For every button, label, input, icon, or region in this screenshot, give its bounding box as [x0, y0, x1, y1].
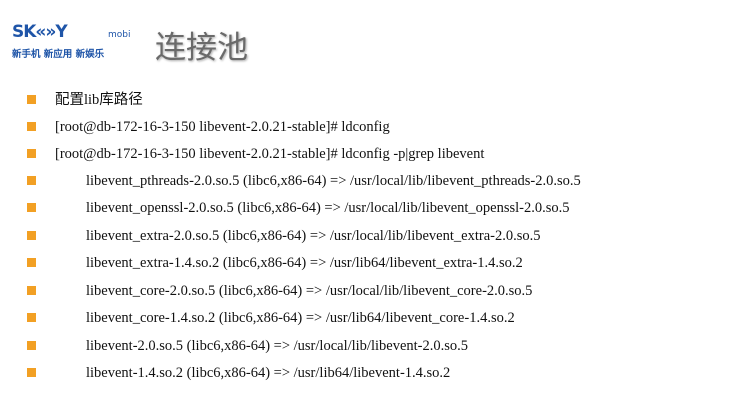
list-item-text: libevent-2.0.so.5 (libc6,x86-64) => /usr…	[86, 338, 469, 354]
list-item: libevent_openssl-2.0.so.5 (libc6,x86-64)…	[0, 198, 750, 218]
list-item: libevent_core-2.0.so.5 (libc6,x86-64) =>…	[0, 281, 750, 301]
list-item-text: 配置lib库路径	[55, 92, 143, 108]
list-item-text: libevent_core-2.0.so.5 (libc6,x86-64) =>…	[86, 283, 533, 299]
list-item-text: libevent_openssl-2.0.so.5 (libc6,x86-64)…	[86, 200, 570, 216]
bullet-icon	[27, 341, 36, 350]
list-item: libevent_core-1.4.so.2 (libc6,x86-64) =>…	[0, 308, 750, 328]
logo-sub: mobi	[108, 30, 131, 40]
logo-tagline: 新手机 新应用 新娱乐	[12, 49, 105, 60]
list-item: libevent_extra-1.4.so.2 (libc6,x86-64) =…	[0, 253, 750, 273]
skymobi-logo: SK«»Y mobi 新手机 新应用 新娱乐	[12, 22, 137, 60]
list-item: libevent-1.4.so.2 (libc6,x86-64) => /usr…	[0, 363, 750, 383]
bullet-icon	[27, 313, 36, 322]
bullet-icon	[27, 286, 36, 295]
list-item: [root@db-172-16-3-150 libevent-2.0.21-st…	[0, 117, 750, 137]
logo-brand: SK«»Y	[12, 22, 68, 42]
list-item: 配置lib库路径	[0, 90, 750, 110]
bullet-icon	[27, 95, 36, 104]
list-item: libevent_pthreads-2.0.so.5 (libc6,x86-64…	[0, 171, 750, 191]
bullet-icon	[27, 368, 36, 377]
bullet-icon	[27, 258, 36, 267]
list-item-text: [root@db-172-16-3-150 libevent-2.0.21-st…	[55, 119, 390, 135]
slide-title: 连接池	[155, 30, 248, 66]
list-item-text: libevent_core-1.4.so.2 (libc6,x86-64) =>…	[86, 310, 515, 326]
bullet-icon	[27, 231, 36, 240]
bullet-icon	[27, 203, 36, 212]
list-item-text: libevent-1.4.so.2 (libc6,x86-64) => /usr…	[86, 365, 451, 381]
list-item-text: libevent_pthreads-2.0.so.5 (libc6,x86-64…	[86, 173, 581, 189]
bullet-icon	[27, 176, 36, 185]
list-item-text: libevent_extra-1.4.so.2 (libc6,x86-64) =…	[86, 255, 523, 271]
bullet-icon	[27, 149, 36, 158]
bullet-icon	[27, 122, 36, 131]
list-item: libevent_extra-2.0.so.5 (libc6,x86-64) =…	[0, 226, 750, 246]
list-item-text: libevent_extra-2.0.so.5 (libc6,x86-64) =…	[86, 228, 541, 244]
list-item-text: [root@db-172-16-3-150 libevent-2.0.21-st…	[55, 146, 485, 162]
list-item: libevent-2.0.so.5 (libc6,x86-64) => /usr…	[0, 336, 750, 356]
list-item: [root@db-172-16-3-150 libevent-2.0.21-st…	[0, 144, 750, 164]
